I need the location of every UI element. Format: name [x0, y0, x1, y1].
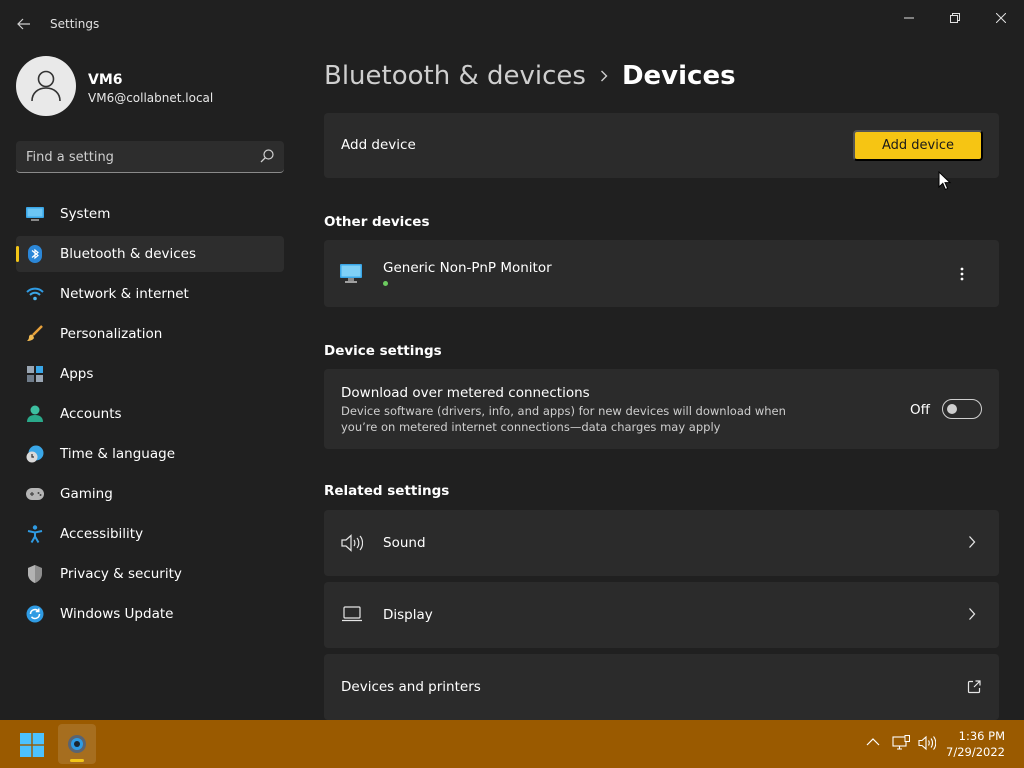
metered-toggle[interactable] [942, 399, 982, 419]
accounts-icon [26, 405, 44, 423]
close-icon [996, 13, 1006, 23]
related-settings-heading: Related settings [324, 483, 450, 499]
system-icon [26, 205, 44, 223]
related-item-devices-printers[interactable]: Devices and printers [324, 654, 999, 720]
monitor-icon [340, 264, 362, 283]
back-arrow-icon [17, 18, 30, 30]
add-device-card: Add device Add device [324, 113, 999, 191]
page-title: Devices [621, 61, 736, 91]
related-item-label: Display [383, 607, 433, 623]
add-device-button[interactable]: Add device [853, 130, 983, 161]
metered-description: Device software (drivers, info, and apps… [341, 404, 786, 434]
sidebar-item-accessibility[interactable]: Accessibility [16, 516, 284, 552]
speaker-icon [341, 534, 363, 552]
app-title: Settings [50, 17, 100, 31]
minimize-icon [904, 17, 914, 19]
sidebar-item-label: Gaming [60, 486, 113, 502]
sidebar-item-label: Privacy & security [60, 566, 182, 582]
network-icon[interactable] [892, 735, 910, 751]
sidebar-item-label: Accessibility [60, 526, 144, 542]
search-icon[interactable] [260, 149, 274, 163]
breadcrumb: Bluetooth & devices Devices [324, 58, 736, 94]
breadcrumb-chevron-icon [600, 70, 608, 82]
taskbar-settings-app[interactable] [58, 724, 96, 764]
metered-setting-card: Download over metered connections Device… [324, 369, 999, 449]
restore-button[interactable] [933, 6, 977, 30]
related-item-label: Devices and printers [341, 679, 481, 695]
sidebar-item-gaming[interactable]: Gaming [16, 476, 284, 512]
related-item-label: Sound [383, 535, 426, 551]
laptop-icon [342, 606, 362, 622]
related-item-sound[interactable]: Sound [324, 510, 999, 576]
windows-logo-icon [20, 733, 44, 757]
search-input[interactable] [26, 147, 246, 167]
user-name: VM6 [88, 72, 123, 88]
sidebar-item-apps[interactable]: Apps [16, 356, 284, 392]
sidebar-item-label: Time & language [60, 446, 176, 462]
sidebar-item-label: Network & internet [60, 286, 189, 302]
device-row[interactable]: Generic Non-PnP Monitor [324, 240, 999, 307]
metered-label: Download over metered connections [341, 385, 590, 401]
breadcrumb-parent[interactable]: Bluetooth & devices [324, 61, 586, 91]
start-button[interactable] [14, 728, 50, 762]
sidebar-item-time-language[interactable]: Time & language [16, 436, 284, 472]
chevron-up-icon[interactable] [866, 737, 880, 747]
close-button[interactable] [979, 6, 1023, 30]
device-settings-heading: Device settings [324, 343, 442, 359]
sidebar-item-system[interactable]: System [16, 196, 284, 232]
mouse-cursor-icon [938, 171, 952, 191]
sidebar-item-network[interactable]: Network & internet [16, 276, 284, 312]
related-item-display[interactable]: Display [324, 582, 999, 648]
device-name: Generic Non-PnP Monitor [383, 260, 552, 276]
chevron-right-icon [969, 608, 976, 620]
title-bar: Settings [0, 0, 1024, 48]
external-link-icon [967, 680, 981, 694]
sidebar-item-label: Apps [60, 366, 94, 382]
more-options-button[interactable] [950, 262, 974, 286]
paintbrush-icon [26, 325, 44, 343]
accessibility-icon [26, 525, 44, 543]
apps-icon [26, 365, 44, 383]
sidebar-item-windows-update[interactable]: Windows Update [16, 596, 284, 632]
sidebar-item-personalization[interactable]: Personalization [16, 316, 284, 352]
user-email: VM6@collabnet.local [88, 91, 214, 105]
settings-gear-icon [68, 735, 86, 753]
sidebar-item-label: System [60, 206, 111, 222]
update-icon [26, 605, 44, 623]
sidebar-item-label: Personalization [60, 326, 163, 342]
sidebar-item-label: Windows Update [60, 606, 174, 622]
avatar [16, 56, 76, 116]
toggle-state-label: Off [910, 402, 930, 418]
clock-globe-icon [26, 445, 44, 463]
device-status-dot [383, 281, 388, 286]
person-icon [31, 70, 61, 102]
clock-time[interactable]: 1:36 PM [949, 729, 1005, 743]
clock-date[interactable]: 7/29/2022 [940, 745, 1005, 759]
chevron-right-icon [969, 536, 976, 548]
shield-icon [26, 565, 44, 583]
minimize-button[interactable] [887, 6, 931, 30]
sidebar-item-bluetooth[interactable]: Bluetooth & devices [16, 236, 284, 272]
more-vertical-icon [960, 267, 964, 281]
wifi-icon [26, 285, 44, 303]
sidebar-item-privacy[interactable]: Privacy & security [16, 556, 284, 592]
toggle-knob [947, 404, 957, 414]
restore-icon [950, 13, 960, 23]
search-box[interactable] [16, 141, 284, 173]
active-app-indicator [70, 759, 84, 762]
sidebar-item-label: Bluetooth & devices [60, 246, 197, 262]
sidebar-nav: System Bluetooth & devices Network & int… [16, 196, 284, 636]
back-button[interactable] [10, 12, 38, 36]
bluetooth-icon [26, 245, 44, 263]
sidebar-item-label: Accounts [60, 406, 122, 422]
volume-icon[interactable] [918, 735, 936, 751]
add-device-label: Add device [341, 137, 416, 153]
other-devices-heading: Other devices [324, 214, 430, 230]
sidebar-item-accounts[interactable]: Accounts [16, 396, 284, 432]
taskbar [0, 720, 1024, 768]
gamepad-icon [26, 485, 44, 503]
